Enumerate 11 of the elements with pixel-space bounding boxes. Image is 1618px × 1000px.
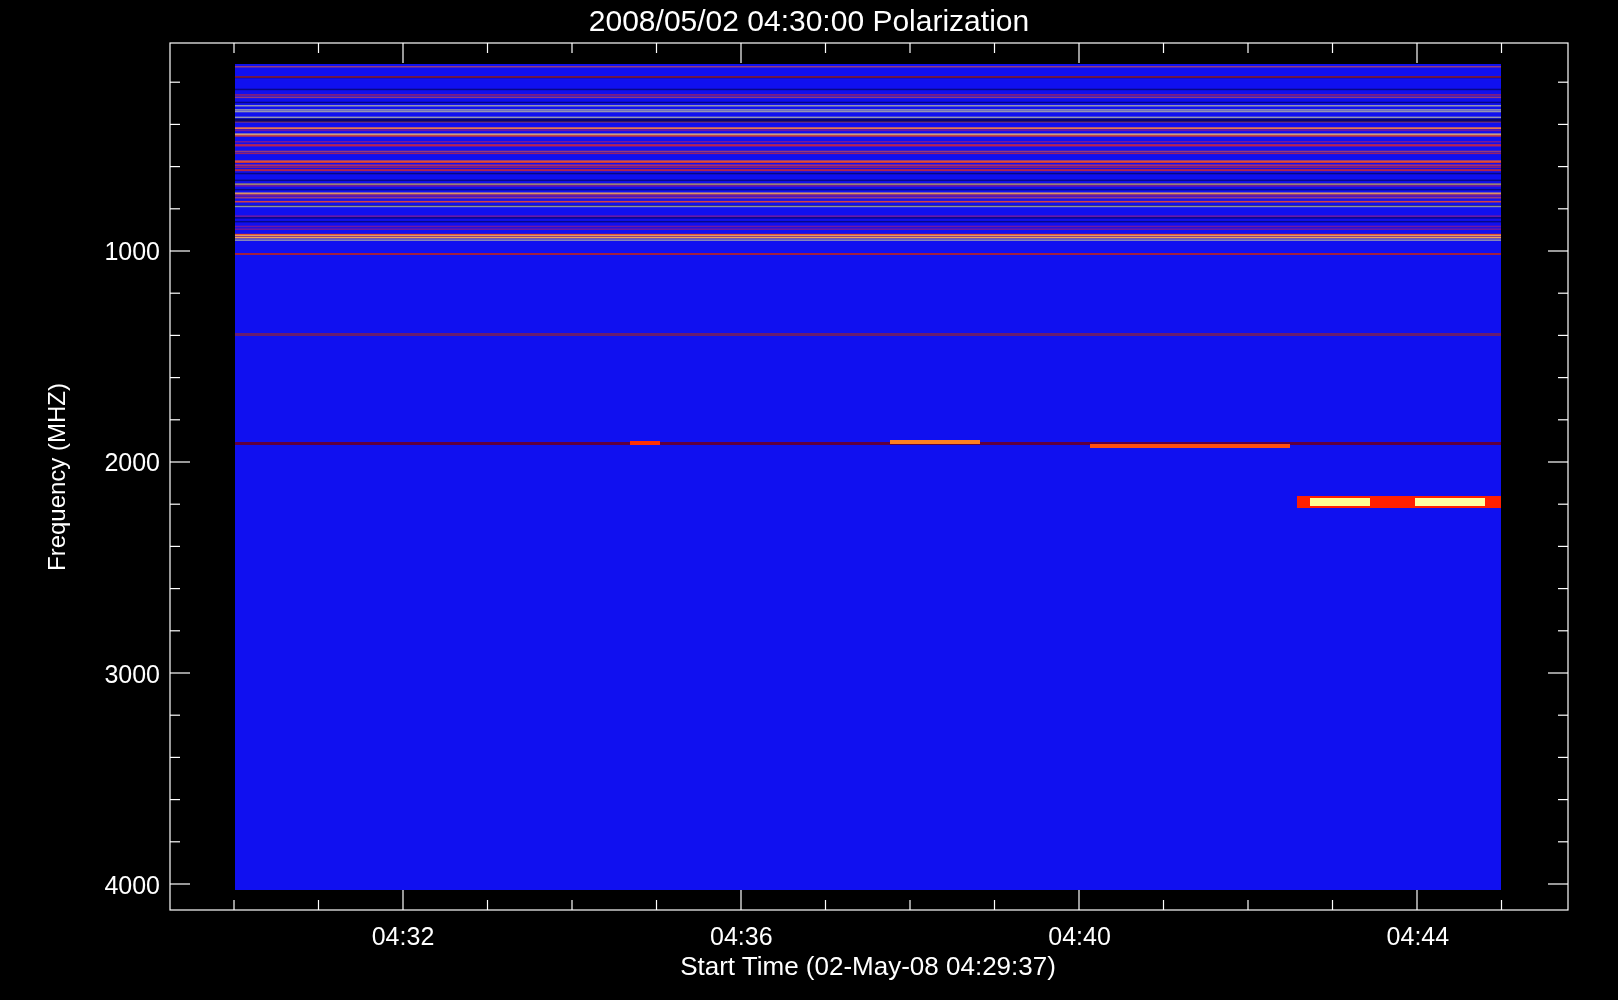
axis-label: Start Time (02-May-08 04:29:37) xyxy=(680,951,1056,981)
axis-tick-label: 04:36 xyxy=(710,922,773,950)
axis-tick-label: 04:32 xyxy=(371,922,435,950)
axis-label: Frequency (MHZ) xyxy=(43,383,70,571)
axis-tick-label: 04:40 xyxy=(1048,922,1111,950)
chart-title: 2008/05/02 04:30:00 Polarization xyxy=(588,4,1030,37)
axis-tick-label: 4000 xyxy=(104,870,160,899)
axis-tick-label: 3000 xyxy=(104,659,160,688)
axis-tick-label: 2000 xyxy=(104,448,160,477)
axis-tick-label: 1000 xyxy=(104,237,160,265)
axis-tick-label: 04:44 xyxy=(1386,922,1450,950)
